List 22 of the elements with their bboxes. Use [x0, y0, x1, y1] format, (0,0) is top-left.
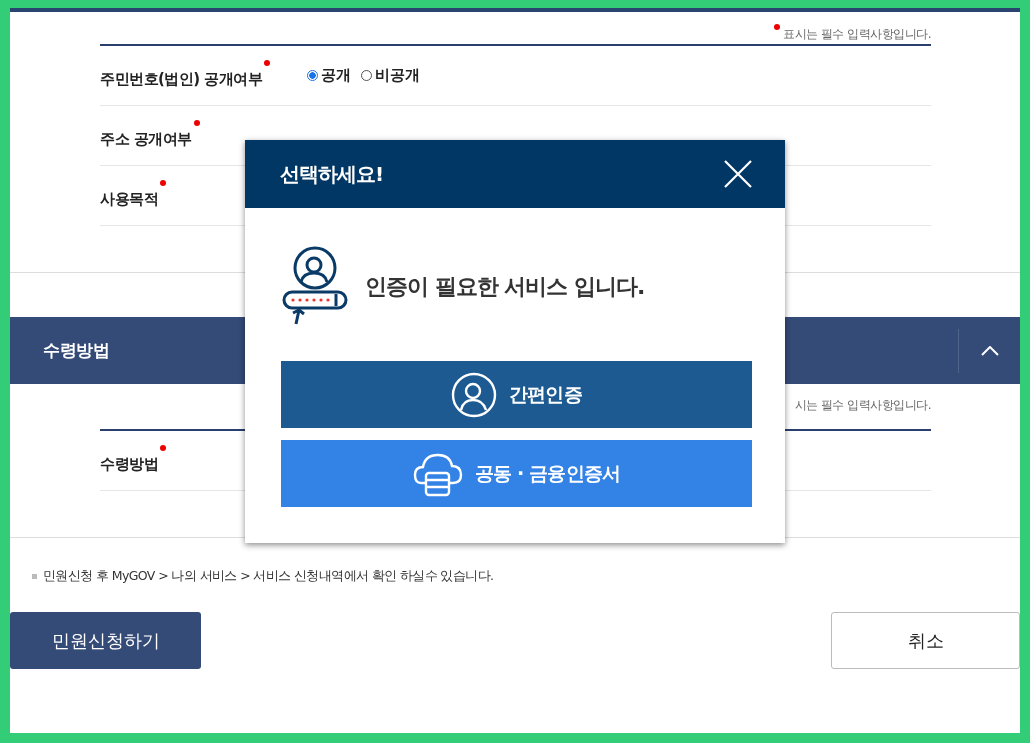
field-label: 수령방법	[100, 454, 158, 474]
certificate-button[interactable]: 공동 · 금융인증서	[281, 440, 752, 507]
cancel-button[interactable]: 취소	[831, 612, 1020, 669]
field-label: 주소 공개여부	[100, 129, 192, 149]
required-mark	[774, 24, 781, 30]
section-title: 수령방법	[43, 339, 109, 362]
modal-message: 인증이 필요한 서비스 입니다.	[365, 273, 645, 301]
info-note: 민원신청 후 MyGOV > 나의 서비스 > 서비스 신청내역에서 확인 하실수 있습니다.	[43, 568, 494, 585]
required-note: 시는 필수 입력사항입니다.	[794, 397, 931, 414]
submit-button[interactable]: 민원신청하기	[10, 612, 201, 669]
close-icon	[723, 159, 753, 189]
close-button[interactable]	[723, 159, 753, 189]
field-label: 사용목적	[100, 189, 158, 209]
bullet-icon	[32, 574, 37, 579]
simple-auth-button[interactable]: 간편인증	[281, 361, 752, 428]
user-icon	[451, 371, 498, 418]
modal-title: 선택하세요!	[280, 160, 384, 188]
required-note: 표시는 필수 입력사항입니다.	[783, 26, 931, 43]
field-label: 주민번호(법인) 공개여부	[100, 69, 263, 89]
radio-option[interactable]: 비공개	[361, 66, 420, 85]
chevron-icon	[980, 345, 999, 356]
radio-option[interactable]: 공개	[307, 66, 351, 85]
